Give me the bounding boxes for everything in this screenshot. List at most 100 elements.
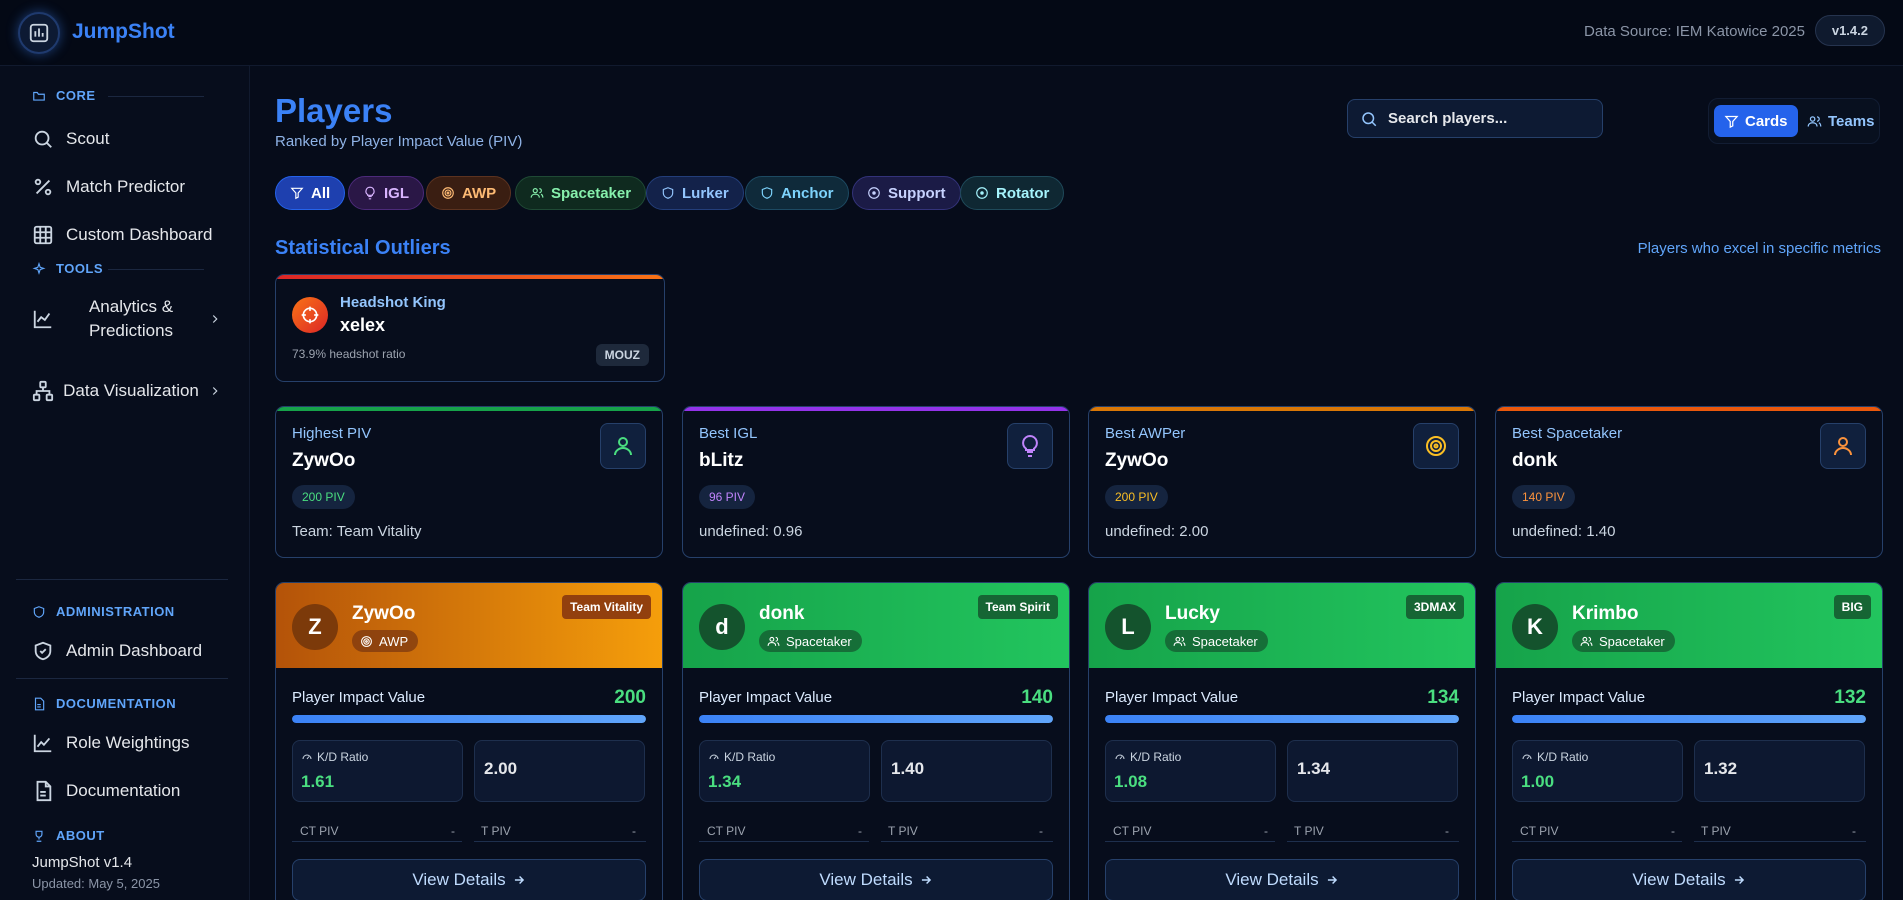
teams-view-button[interactable]: Teams xyxy=(1797,105,1884,137)
kd-value: 1.61 xyxy=(301,772,335,791)
avatar: Z xyxy=(292,604,338,650)
secondary-stat-value: 2.00 xyxy=(484,759,518,778)
top-bar: JumpShot Data Source: IEM Katowice 2025 … xyxy=(0,0,1903,66)
piv-value: 140 xyxy=(1021,687,1053,708)
sidebar-item-role-weightings[interactable]: Role Weightings xyxy=(32,732,189,754)
logo[interactable] xyxy=(18,12,60,54)
ct-piv-value: - xyxy=(1671,824,1675,838)
piv-label: Player Impact Value xyxy=(1512,689,1646,706)
player-card[interactable]: K Krimbo Spacetaker BIG Player Impact Va… xyxy=(1495,582,1883,900)
filter-chip-igl[interactable]: IGL xyxy=(348,176,424,210)
best-card-highest-piv[interactable]: Highest PIV ZywOo 200 PIV Team: Team Vit… xyxy=(275,406,663,558)
piv-progress-fill xyxy=(1512,715,1866,723)
ct-piv-label: CT PIV xyxy=(1113,824,1152,838)
sidebar-item-analytics-predictions[interactable]: Analytics & Predictions xyxy=(32,294,222,344)
sidebar-item-match-predictor[interactable]: Match Predictor xyxy=(32,176,185,198)
gauge-icon xyxy=(302,754,312,760)
outliers-note: Players who excel in specific metrics xyxy=(1637,240,1881,257)
avatar: d xyxy=(699,604,745,650)
t-piv-label: T PIV xyxy=(1294,824,1324,838)
ct-piv-label: CT PIV xyxy=(1520,824,1559,838)
player-card[interactable]: L Lucky Spacetaker 3DMAX Player Impact V… xyxy=(1088,582,1476,900)
player-name: Lucky xyxy=(1165,603,1220,624)
users-icon xyxy=(1807,115,1822,127)
player-card[interactable]: Z ZywOo AWP Team Vitality Player Impact … xyxy=(275,582,663,900)
data-source-label: Data Source: IEM Katowice 2025 xyxy=(1584,23,1805,40)
stat-divider xyxy=(1694,841,1866,842)
sidebar-item-custom-dashboard[interactable]: Custom Dashboard xyxy=(32,224,212,246)
t-piv-value: - xyxy=(1852,824,1856,838)
kd-value: 1.34 xyxy=(708,772,742,791)
best-card-awper[interactable]: Best AWPer ZywOo 200 PIV undefined: 2.00 xyxy=(1088,406,1476,558)
stat-divider xyxy=(699,841,869,842)
view-details-button[interactable]: View Details xyxy=(1512,859,1866,900)
avatar: K xyxy=(1512,604,1558,650)
ct-piv-value: - xyxy=(1264,824,1268,838)
page-subtitle: Ranked by Player Impact Value (PIV) xyxy=(275,133,523,150)
search-input[interactable] xyxy=(1388,110,1578,127)
headshot-king-card[interactable]: Headshot King xelex 73.9% headshot ratio… xyxy=(275,274,665,382)
secondary-stat-box: 2.00 xyxy=(474,740,645,802)
filter-chip-awp[interactable]: AWP xyxy=(426,176,512,210)
filter-chip-anchor[interactable]: Anchor xyxy=(745,176,849,210)
view-toggle: Cards Teams xyxy=(1708,98,1880,144)
role-badge: Spacetaker xyxy=(1165,630,1268,652)
view-details-button[interactable]: View Details xyxy=(292,859,646,900)
secondary-stat-value: 1.40 xyxy=(891,759,925,778)
team-badge: 3DMAX xyxy=(1405,595,1464,619)
ct-piv-value: - xyxy=(858,824,862,838)
stat-divider xyxy=(881,841,1053,842)
filter-chip-lurker[interactable]: Lurker xyxy=(646,176,744,210)
best-card-player: ZywOo xyxy=(292,450,356,471)
sidebar-divider xyxy=(16,579,228,580)
piv-badge: 140 PIV xyxy=(1512,485,1575,509)
sidebar-item-admin-dashboard[interactable]: Admin Dashboard xyxy=(32,640,202,662)
piv-progress-bar xyxy=(1105,715,1459,723)
outlier-stat: 73.9% headshot ratio xyxy=(292,347,406,361)
crosshair-icon xyxy=(292,297,328,333)
card-accent-line xyxy=(1496,407,1882,411)
filter-chip-rotator[interactable]: Rotator xyxy=(960,176,1065,210)
section-divider xyxy=(108,269,204,270)
filter-chip-all[interactable]: All xyxy=(275,176,346,210)
sidebar-item-data-visualization[interactable]: Data Visualization xyxy=(32,366,222,416)
gauge-icon xyxy=(709,754,719,760)
best-card-label: Best IGL xyxy=(699,425,758,442)
shield-icon xyxy=(33,605,45,618)
player-card[interactable]: d donk Spacetaker Team Spirit Player Imp… xyxy=(682,582,1070,900)
card-accent-line xyxy=(1089,407,1475,411)
secondary-stat-box: 1.34 xyxy=(1287,740,1458,802)
stat-divider xyxy=(474,841,646,842)
ct-piv-label: CT PIV xyxy=(300,824,339,838)
view-details-button[interactable]: View Details xyxy=(1105,859,1459,900)
percent-icon xyxy=(34,178,52,196)
filter-chip-spacetaker[interactable]: Spacetaker xyxy=(515,176,647,210)
sidebar-item-scout[interactable]: Scout xyxy=(32,128,109,150)
best-card-igl[interactable]: Best IGL bLitz 96 PIV undefined: 0.96 xyxy=(682,406,1070,558)
ct-piv-value: - xyxy=(451,824,455,838)
role-badge: Spacetaker xyxy=(1572,630,1675,652)
player-name: donk xyxy=(759,603,805,624)
card-accent-line xyxy=(276,407,662,411)
piv-progress-fill xyxy=(1105,715,1459,723)
users-icon xyxy=(530,188,544,198)
filter-chip-support[interactable]: Support xyxy=(852,176,961,210)
role-badge: AWP xyxy=(352,630,419,652)
kd-stat-box: K/D Ratio 1.00 xyxy=(1512,740,1683,802)
best-card-label: Best AWPer xyxy=(1105,425,1186,442)
player-card-header: d donk Spacetaker Team Spirit xyxy=(683,583,1069,668)
card-accent-line xyxy=(683,407,1069,411)
search-box[interactable] xyxy=(1347,99,1603,138)
target-icon xyxy=(442,187,454,199)
sidebar-item-documentation[interactable]: Documentation xyxy=(32,780,180,802)
cards-view-button[interactable]: Cards xyxy=(1714,105,1798,137)
sidebar: CORE Scout Match Predictor Custom Dashbo… xyxy=(0,66,250,900)
outlier-player-name: xelex xyxy=(340,315,386,335)
best-card-spacetaker[interactable]: Best Spacetaker donk 140 PIV undefined: … xyxy=(1495,406,1883,558)
view-details-button[interactable]: View Details xyxy=(699,859,1053,900)
brand-name[interactable]: JumpShot xyxy=(72,20,175,44)
users-icon xyxy=(1173,636,1186,646)
circle-dot-icon xyxy=(868,187,880,199)
stat-divider xyxy=(1287,841,1459,842)
sidebar-section-tools: TOOLS xyxy=(32,261,103,276)
